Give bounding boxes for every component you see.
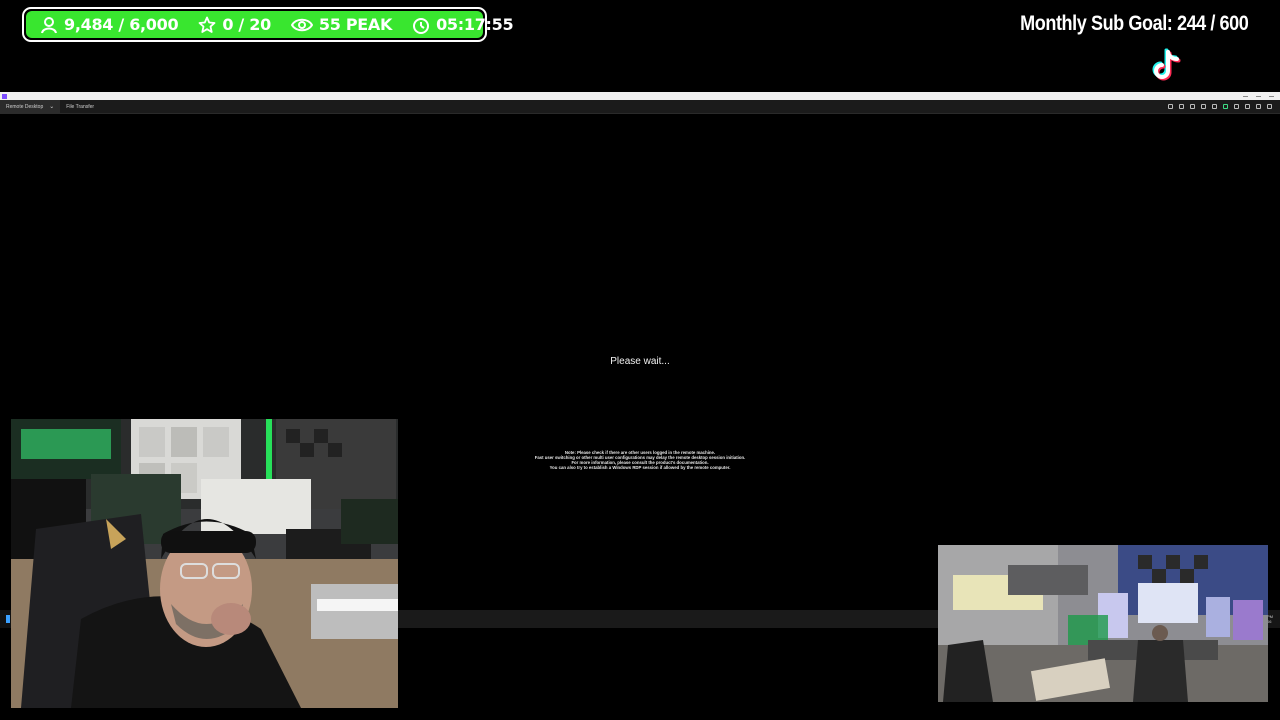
star-icon: [198, 16, 216, 34]
power-icon[interactable]: [1168, 104, 1173, 109]
streamer-webcam: [11, 419, 398, 708]
eye-icon: [290, 16, 313, 34]
app-icon: [2, 93, 7, 99]
note-line: You can also try to establish a Windows …: [549, 465, 731, 470]
timer-icon: [412, 16, 430, 34]
please-wait-message: Please wait...: [610, 356, 670, 367]
subs-stat: 0 / 20: [188, 15, 281, 34]
followers-count: 9,484 / 6,000: [64, 15, 179, 34]
tab-label: Remote Desktop: [6, 103, 44, 110]
remote-window-titlebar: [0, 92, 1280, 100]
stream-stats-bar: 9,484 / 6,000 0 / 20 55 PEAK 05:17:55: [22, 7, 514, 42]
tab-file-transfer[interactable]: File Transfer: [60, 100, 100, 114]
clock-time: 06: [1267, 619, 1272, 624]
display-icon[interactable]: [1212, 104, 1217, 109]
tab-remote-desktop[interactable]: Remote Desktop ⌄: [0, 99, 61, 114]
remote-taskbar-start[interactable]: [0, 610, 11, 628]
session-note: Note: Please check if there are other us…: [500, 450, 780, 470]
start-icon: [6, 615, 10, 623]
viewers-stat: 55 PEAK: [281, 15, 402, 34]
window-controls: [1243, 95, 1280, 97]
more-icon[interactable]: [1267, 104, 1272, 109]
connection-icon[interactable]: [1223, 104, 1228, 109]
stream-uptime: 05:17:55: [436, 15, 514, 34]
search-icon[interactable]: [1190, 104, 1195, 109]
toolbar-actions: [1168, 104, 1280, 109]
close-icon[interactable]: [1269, 95, 1274, 97]
followers-icon: [40, 16, 58, 34]
peak-viewers: 55 PEAK: [318, 15, 393, 34]
keyboard-icon[interactable]: [1201, 104, 1206, 109]
monitor-icon[interactable]: [1179, 104, 1184, 109]
subs-count: 0 / 20: [222, 15, 271, 34]
monthly-sub-goal: Monthly Sub Goal: 244 / 600: [1019, 12, 1249, 35]
minimize-icon[interactable]: [1243, 95, 1248, 97]
remote-toolbar: Remote Desktop ⌄ File Transfer: [0, 99, 1280, 114]
followers-stat: 9,484 / 6,000: [36, 15, 188, 34]
tab-label: File Transfer: [66, 103, 95, 110]
uptime-stat: 05:17:55: [402, 15, 523, 34]
screenshot-icon[interactable]: [1245, 104, 1250, 109]
remote-taskbar: [398, 610, 938, 628]
chevron-down-icon: ⌄: [49, 104, 55, 110]
remote-taskbar-clock: PM 06: [1266, 610, 1280, 628]
tiktok-icon: [1150, 46, 1188, 84]
fullscreen-icon[interactable]: [1256, 104, 1261, 109]
chat-icon[interactable]: [1234, 104, 1239, 109]
room-camera: [938, 545, 1268, 702]
maximize-icon[interactable]: [1256, 95, 1261, 97]
stream-stats-panel: 9,484 / 6,000 0 / 20 55 PEAK 05:17:55: [26, 11, 514, 38]
